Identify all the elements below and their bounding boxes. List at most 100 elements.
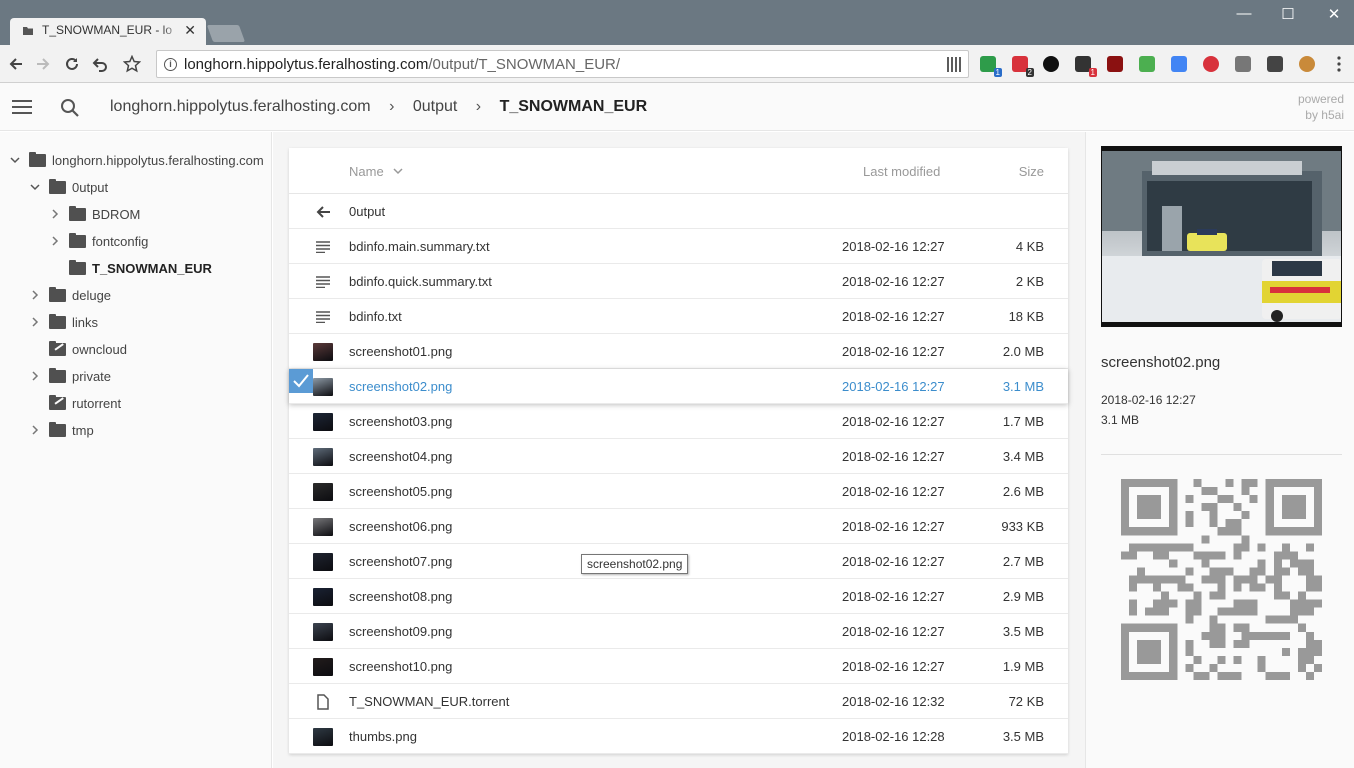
extension-ghost-icon[interactable]: 1 <box>1075 56 1097 77</box>
file-row[interactable]: screenshot03.png 2018-02-16 12:27 1.7 MB <box>289 404 1068 439</box>
file-row[interactable]: thumbs.png 2018-02-16 12:28 3.5 MB <box>289 719 1068 754</box>
file-row[interactable]: screenshot05.png 2018-02-16 12:27 2.6 MB <box>289 474 1068 509</box>
divider <box>1101 454 1342 455</box>
tree-item-tmp[interactable]: tmp <box>29 420 94 440</box>
forward-button[interactable] <box>32 53 54 75</box>
file-name: screenshot10.png <box>349 659 453 674</box>
file-name: screenshot04.png <box>349 449 453 464</box>
file-date: 2018-02-16 12:27 <box>842 239 945 254</box>
undo-button[interactable] <box>89 53 111 75</box>
extension-tool-icon[interactable] <box>1267 56 1283 72</box>
arrow-right-icon <box>37 58 50 70</box>
chevron-right-icon[interactable] <box>29 289 41 301</box>
browser-tab[interactable]: T_SNOWMAN_EUR - lo ✕ <box>10 18 206 45</box>
file-row[interactable]: screenshot09.png 2018-02-16 12:27 3.5 MB <box>289 614 1068 649</box>
maximize-button[interactable]: ☐ <box>1276 5 1300 25</box>
crumb-root[interactable]: longhorn.hippolytus.feralhosting.com <box>110 98 371 116</box>
file-row[interactable]: screenshot02.png 2018-02-16 12:27 3.1 MB <box>289 369 1068 404</box>
file-row[interactable]: screenshot01.png 2018-02-16 12:27 2.0 MB <box>289 334 1068 369</box>
tree-item-fontconfig[interactable]: fontconfig <box>49 231 148 251</box>
parent-folder-name: 0utput <box>349 204 386 219</box>
chevron-right-icon[interactable] <box>29 424 41 436</box>
reload-button[interactable] <box>61 53 83 75</box>
info-icon[interactable]: i <box>164 58 177 71</box>
back-button[interactable] <box>5 53 27 75</box>
translate-icon[interactable] <box>1171 56 1187 72</box>
file-date: 2018-02-16 12:27 <box>842 624 945 639</box>
new-tab-button[interactable] <box>206 25 246 42</box>
tree-item-0utput[interactable]: 0utput <box>29 177 108 197</box>
extension-block-icon[interactable] <box>1203 56 1219 72</box>
address-bar[interactable]: i longhorn.hippolytus.feralhosting.com/0… <box>156 50 969 78</box>
chrome-menu-button[interactable] <box>1328 53 1350 75</box>
chevron-right-icon[interactable] <box>49 208 61 220</box>
search-icon[interactable] <box>60 98 80 118</box>
bookmark-button[interactable] <box>121 53 143 75</box>
extension-chrome-icon[interactable] <box>1139 56 1155 72</box>
extension-car-icon[interactable] <box>1235 56 1251 72</box>
list-header: Name Last modified Size <box>289 148 1068 194</box>
extension-grid-icon[interactable]: 2 <box>1012 56 1034 77</box>
chevron-down-icon[interactable] <box>9 154 21 166</box>
chevron-right-icon[interactable] <box>29 370 41 382</box>
tree-item-t-snowman-eur[interactable]: T_SNOWMAN_EUR <box>49 258 212 278</box>
cookie-icon[interactable] <box>1299 56 1315 72</box>
file-date: 2018-02-16 12:27 <box>842 309 945 324</box>
file-size: 3.4 MB <box>1002 449 1044 464</box>
tree-item-rutorrent[interactable]: rutorrent <box>29 393 121 413</box>
file-row[interactable]: screenshot08.png 2018-02-16 12:27 2.9 MB <box>289 579 1068 614</box>
file-row[interactable]: screenshot04.png 2018-02-16 12:27 3.4 MB <box>289 439 1068 474</box>
tab-close-icon[interactable]: ✕ <box>184 22 196 39</box>
extension-badge: 1 <box>993 68 1002 77</box>
extension-s-icon[interactable]: 1 <box>980 56 1002 77</box>
image-thumbnail <box>313 447 333 467</box>
file-size: 2.9 MB <box>1002 589 1044 604</box>
tree-item-label: fontconfig <box>92 233 149 249</box>
file-name: screenshot05.png <box>349 484 453 499</box>
ublock-icon[interactable] <box>1107 56 1123 72</box>
modified-column-header[interactable]: Last modified <box>863 164 940 179</box>
extension-ring-icon[interactable] <box>1043 56 1059 72</box>
extension-badge: 1 <box>1088 68 1097 77</box>
info-date: 2018-02-16 12:27 <box>1101 393 1196 407</box>
crumb-output[interactable]: 0utput <box>413 98 457 116</box>
tree-item-longhorn-hippolytus-feralhosting-com[interactable]: longhorn.hippolytus.feralhosting.com <box>9 150 264 170</box>
minimize-button[interactable]: — <box>1232 5 1256 25</box>
file-row[interactable]: bdinfo.quick.summary.txt 2018-02-16 12:27… <box>289 264 1068 299</box>
tree-item-private[interactable]: private <box>29 366 111 386</box>
image-thumbnail <box>313 517 333 537</box>
qr-code-icon[interactable] <box>947 57 962 72</box>
selected-checkmark-icon[interactable] <box>289 369 313 393</box>
file-row[interactable]: screenshot10.png 2018-02-16 12:27 1.9 MB <box>289 649 1068 684</box>
file-row[interactable]: bdinfo.main.summary.txt 2018-02-16 12:27 4… <box>289 229 1068 264</box>
text-file-icon <box>313 272 333 292</box>
powered-line: by h5ai <box>1305 108 1344 122</box>
tree-item-links[interactable]: links <box>29 312 98 332</box>
tree-item-owncloud[interactable]: owncloud <box>29 339 127 359</box>
crumb-current[interactable]: T_SNOWMAN_EUR <box>500 98 648 116</box>
chevron-right-icon[interactable] <box>49 235 61 247</box>
reload-icon <box>66 57 78 70</box>
tree-item-bdrom[interactable]: BDROM <box>49 204 140 224</box>
file-row[interactable]: bdinfo.txt 2018-02-16 12:27 18 KB <box>289 299 1068 334</box>
close-window-button[interactable]: ✕ <box>1322 5 1346 25</box>
file-row[interactable]: screenshot06.png 2018-02-16 12:27 933 KB <box>289 509 1068 544</box>
size-column-header[interactable]: Size <box>1019 164 1044 179</box>
url-host: longhorn.hippolytus.feralhosting.com <box>184 56 429 73</box>
name-column-header[interactable]: Name <box>349 164 384 179</box>
preview-frame[interactable] <box>1101 146 1342 327</box>
file-row[interactable]: T_SNOWMAN_EUR.torrent 2018-02-16 12:32 72 … <box>289 684 1068 719</box>
chevron-right-icon[interactable] <box>29 316 41 328</box>
parent-folder-row[interactable]: 0utput <box>289 194 1068 229</box>
image-thumbnail <box>313 727 333 747</box>
file-date: 2018-02-16 12:27 <box>842 554 945 569</box>
info-panel: screenshot02.png 2018-02-16 12:27 3.1 MB <box>1085 132 1354 768</box>
chevron-down-icon[interactable] <box>29 181 41 193</box>
folder-icon <box>29 151 46 167</box>
tree-item-label: links <box>72 314 99 330</box>
filename-tooltip: screenshot02.png <box>581 554 689 574</box>
menu-icon[interactable] <box>12 100 32 114</box>
tree-item-deluge[interactable]: deluge <box>29 285 111 305</box>
powered-by[interactable]: powered by h5ai <box>1298 91 1344 123</box>
